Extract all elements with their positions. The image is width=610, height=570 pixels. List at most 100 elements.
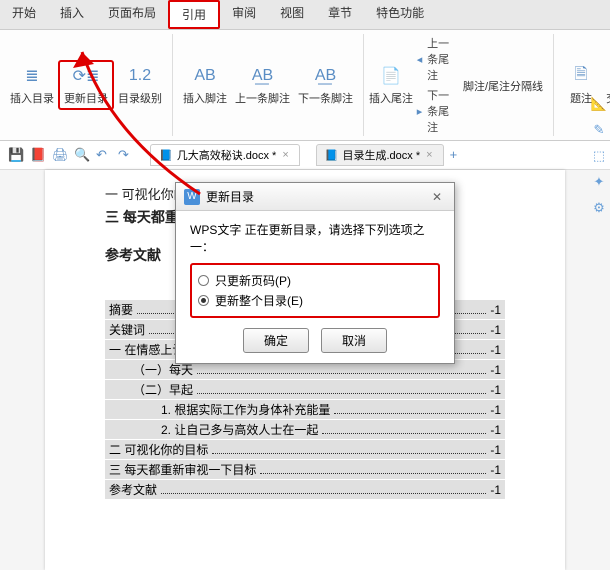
dialog-titlebar[interactable]: W 更新目录 ✕: [176, 183, 454, 211]
toc-row[interactable]: 参考文献 -1: [105, 480, 505, 499]
next-en-label: 下一条尾注: [427, 87, 455, 135]
tab-review[interactable]: 审阅: [220, 0, 268, 29]
toc-row[interactable]: 三 每天都重新审视一下目标 -1: [105, 460, 505, 479]
side-toolbar: 📐 ✎ ⬚ ✦ ⚙: [590, 95, 608, 217]
select-icon[interactable]: ⬚: [590, 147, 608, 165]
toc-text: 参考文献: [109, 481, 157, 498]
toc-text: 2. 让自己多与高效人士在一起: [161, 421, 318, 438]
toc-dots: [260, 467, 486, 474]
option-update-entire[interactable]: 更新整个目录(E): [198, 292, 432, 309]
toc-icon: ≣: [20, 64, 44, 88]
insert-endnote-button[interactable]: 📄 插入尾注: [370, 62, 412, 108]
insert-footnote-button[interactable]: AB 插入脚注: [179, 62, 231, 108]
next-footnote-button[interactable]: A͟B 下一条脚注: [294, 62, 357, 108]
toc-text: 1. 根据实际工作为身体补充能量: [161, 401, 330, 418]
prev-endnote-button[interactable]: ◂ 上一条尾注: [412, 34, 459, 84]
doc-tab-2[interactable]: 📘 目录生成.docx * ×: [316, 144, 444, 166]
option-update-entire-label: 更新整个目录(E): [215, 292, 303, 309]
next-en-icon: ▸: [416, 104, 423, 118]
toc-page: -1: [490, 443, 501, 457]
redo-icon[interactable]: ↷: [118, 147, 134, 163]
update-toc-label: 更新目录: [64, 90, 108, 106]
insert-en-label: 插入尾注: [369, 90, 413, 106]
toc-row[interactable]: 1. 根据实际工作为身体补充能量 -1: [105, 400, 505, 419]
pencil-icon[interactable]: ✎: [590, 121, 608, 139]
insert-toc-button[interactable]: ≣ 插入目录: [6, 62, 58, 108]
doc-tab-1[interactable]: 📘 几大高效秘诀.docx * ×: [150, 144, 300, 166]
refresh-icon: ⟳≣: [74, 64, 98, 88]
toc-row[interactable]: 二 可视化你的目标 -1: [105, 440, 505, 459]
undo-icon[interactable]: ↶: [96, 147, 112, 163]
wps-icon: W: [184, 189, 200, 205]
dialog-message: WPS文字 正在更新目录，请选择下列选项之一：: [190, 221, 440, 255]
option-update-pages-label: 只更新页码(P): [215, 272, 291, 289]
toc-page: -1: [490, 323, 501, 337]
next-endnote-button[interactable]: ▸ 下一条尾注: [412, 86, 459, 136]
close-icon[interactable]: ×: [280, 149, 290, 161]
prev-en-label: 上一条尾注: [427, 35, 455, 83]
prev-en-icon: ◂: [416, 52, 423, 66]
toc-page: -1: [490, 463, 501, 477]
toc-dots: [334, 407, 486, 414]
tab-chapter[interactable]: 章节: [316, 0, 364, 29]
toc-row[interactable]: 2. 让自己多与高效人士在一起-1: [105, 420, 505, 439]
dialog-title: 更新目录: [206, 188, 254, 205]
fn-en-separator-button[interactable]: 脚注/尾注分隔线: [459, 74, 547, 96]
toc-page: -1: [490, 303, 501, 317]
toc-text: 二 可视化你的目标: [109, 441, 208, 458]
update-toc-dialog: W 更新目录 ✕ WPS文字 正在更新目录，请选择下列选项之一： 只更新页码(P…: [175, 182, 455, 364]
toc-dots: [197, 387, 486, 394]
new-tab-button[interactable]: +: [450, 147, 466, 163]
insert-toc-label: 插入目录: [10, 90, 54, 106]
radio-selected-icon: [198, 295, 209, 306]
tab-start[interactable]: 开始: [0, 0, 48, 29]
toc-text: 摘要: [109, 301, 133, 318]
cancel-button[interactable]: 取消: [321, 328, 387, 353]
preview-icon[interactable]: 🔍: [74, 147, 90, 163]
option-update-pages[interactable]: 只更新页码(P): [198, 272, 432, 289]
caption-icon: 🗎: [569, 64, 593, 88]
fn-en-sep-label: 脚注/尾注分隔线: [463, 78, 543, 94]
level-icon: 1.2: [128, 64, 152, 88]
endnote-icon: 📄: [379, 64, 403, 88]
tab-layout[interactable]: 页面布局: [96, 0, 168, 29]
print-icon[interactable]: 🖨: [52, 147, 68, 163]
toc-dots: [161, 487, 486, 494]
toc-page: -1: [490, 343, 501, 357]
ruler-icon[interactable]: 📐: [590, 95, 608, 113]
ribbon: ≣ 插入目录 ⟳≣ 更新目录 1.2 目录级别 AB 插入脚注 A͟B 上一条脚…: [0, 30, 610, 141]
prev-fn-icon: A͟B: [251, 64, 275, 88]
tab-references[interactable]: 引用: [168, 0, 220, 29]
prev-fn-label: 上一条脚注: [235, 90, 290, 106]
toc-dots: [197, 367, 486, 374]
toc-text: （二）早起: [133, 381, 193, 398]
ok-button[interactable]: 确定: [243, 328, 309, 353]
tab-view[interactable]: 视图: [268, 0, 316, 29]
toc-page: -1: [490, 403, 501, 417]
doc-icon: 📘: [325, 149, 339, 162]
save-icon[interactable]: 💾: [8, 147, 24, 163]
doc-icon: 📘: [159, 149, 173, 162]
toc-page: -1: [490, 383, 501, 397]
toc-text: 三 每天都重新审视一下目标: [109, 461, 256, 478]
doc-tab-1-label: 几大高效秘诀.docx *: [177, 147, 277, 163]
pdf-icon[interactable]: 📕: [30, 147, 46, 163]
gear-icon[interactable]: ⚙: [590, 199, 608, 217]
dialog-close-button[interactable]: ✕: [428, 190, 446, 204]
radio-icon: [198, 275, 209, 286]
ribbon-tabs: 开始 插入 页面布局 引用 审阅 视图 章节 特色功能: [0, 0, 610, 30]
next-fn-label: 下一条脚注: [298, 90, 353, 106]
insert-fn-label: 插入脚注: [183, 90, 227, 106]
tab-insert[interactable]: 插入: [48, 0, 96, 29]
close-icon[interactable]: ×: [424, 149, 434, 161]
prev-footnote-button[interactable]: A͟B 上一条脚注: [231, 62, 294, 108]
doc-tab-2-label: 目录生成.docx *: [342, 147, 420, 163]
update-toc-button[interactable]: ⟳≣ 更新目录: [58, 60, 114, 110]
toc-row[interactable]: （二）早起 -1: [105, 380, 505, 399]
toc-page: -1: [490, 483, 501, 497]
tool-icon[interactable]: ✦: [590, 173, 608, 191]
footnote-icon: AB: [193, 64, 217, 88]
toc-level-button[interactable]: 1.2 目录级别: [114, 62, 166, 108]
toc-page: -1: [490, 363, 501, 377]
tab-special[interactable]: 特色功能: [364, 0, 436, 29]
